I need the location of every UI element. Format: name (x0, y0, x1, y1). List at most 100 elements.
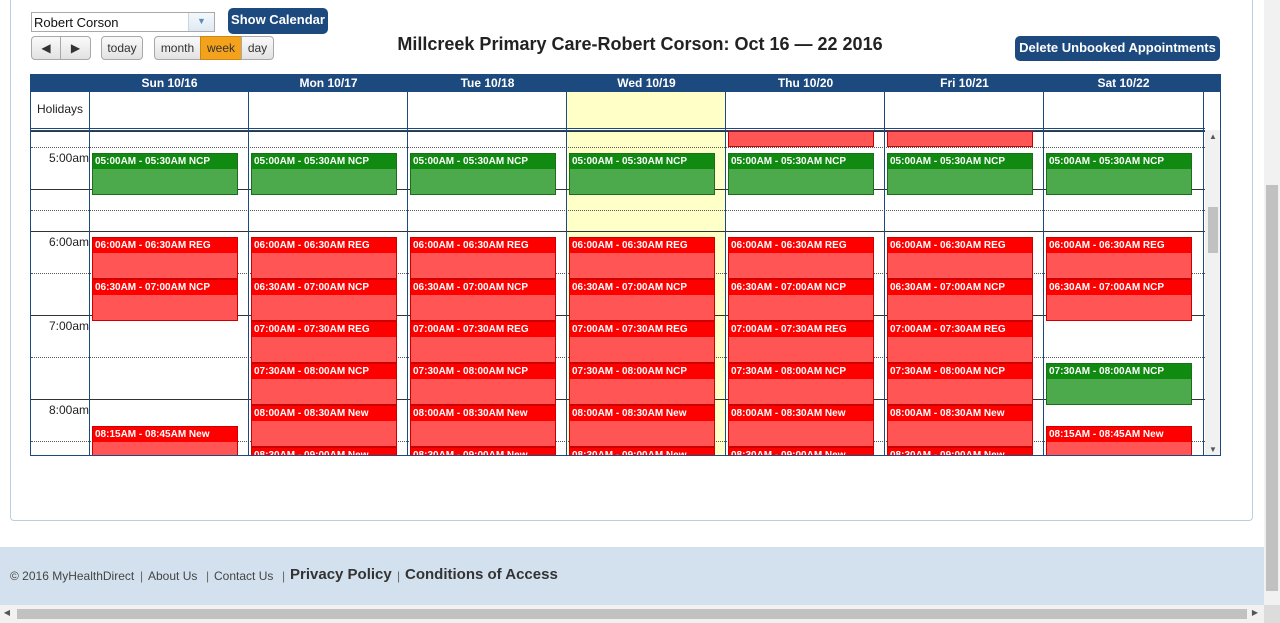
calendar-event[interactable]: 07:00AM - 07:30AM REG (887, 321, 1033, 363)
page-vertical-scrollbar[interactable] (1264, 0, 1280, 605)
privacy-policy-link[interactable]: Privacy Policy (290, 566, 392, 583)
conditions-of-access-link[interactable]: Conditions of Access (405, 566, 558, 583)
calendar-event-time: 08:00AM - 08:30AM New (729, 406, 873, 421)
calendar-event[interactable]: 05:00AM - 05:30AM NCP (92, 153, 238, 195)
provider-select[interactable]: Robert Corson ▼ (31, 12, 215, 32)
calendar-event[interactable]: 06:00AM - 06:30AM REG (728, 237, 874, 279)
week-view-button[interactable]: week (200, 36, 242, 60)
today-button[interactable]: today (101, 36, 143, 60)
calendar-event[interactable]: 08:15AM - 08:45AM New (1046, 426, 1192, 455)
calendar-event-time: 08:30AM - 09:00AM New (729, 448, 873, 455)
calendar-title: Millcreek Primary Care-Robert Corson: Oc… (397, 34, 883, 54)
footer-copyright: © 2016 MyHealthDirect (10, 569, 135, 583)
calendar-event[interactable]: 06:30AM - 07:00AM NCP (887, 279, 1033, 321)
day-header: Sat 10/22 (1097, 76, 1150, 90)
contact-us-link[interactable]: Contact Us (214, 569, 273, 583)
calendar-event[interactable]: 06:00AM - 06:30AM REG (251, 237, 397, 279)
calendar-event[interactable]: 05:00AM - 05:30AM NCP (410, 153, 556, 195)
calendar-event[interactable]: 06:00AM - 06:30AM REG (569, 237, 715, 279)
calendar-event[interactable]: 06:00AM - 06:30AM REG (92, 237, 238, 279)
calendar-event[interactable]: 08:30AM - 09:00AM New (251, 447, 397, 455)
scroll-right-icon[interactable]: ▶ (1250, 608, 1260, 617)
provider-select-value: Robert Corson (34, 15, 119, 30)
calendar-event-time: 06:00AM - 06:30AM REG (729, 238, 873, 253)
calendar-event[interactable]: 07:30AM - 08:00AM NCP (569, 363, 715, 405)
calendar-event-partial[interactable] (887, 131, 1033, 147)
calendar-event[interactable]: 07:00AM - 07:30AM REG (251, 321, 397, 363)
calendar-event[interactable]: 07:30AM - 08:00AM NCP (410, 363, 556, 405)
calendar-event-time: 07:30AM - 08:00AM NCP (1047, 364, 1191, 379)
calendar-event[interactable]: 08:30AM - 09:00AM New (410, 447, 556, 455)
calendar-event[interactable]: 06:00AM - 06:30AM REG (887, 237, 1033, 279)
calendar-event[interactable]: 05:00AM - 05:30AM NCP (887, 153, 1033, 195)
calendar-event[interactable]: 06:30AM - 07:00AM NCP (569, 279, 715, 321)
chevron-left-icon: ◀ (41, 41, 51, 55)
calendar-event[interactable]: 05:00AM - 05:30AM NCP (1046, 153, 1192, 195)
calendar-event[interactable]: 06:30AM - 07:00AM NCP (92, 279, 238, 321)
calendar-event[interactable]: 08:30AM - 09:00AM New (887, 447, 1033, 455)
page-scroll-thumb[interactable] (1266, 185, 1278, 591)
calendar-scroll-thumb[interactable] (1208, 207, 1218, 253)
calendar-event-time: 07:30AM - 08:00AM NCP (252, 364, 396, 379)
calendar-event[interactable]: 08:15AM - 08:45AM New (92, 426, 238, 455)
calendar-event[interactable]: 07:30AM - 08:00AM NCP (251, 363, 397, 405)
calendar-event-time: 08:30AM - 09:00AM New (888, 448, 1032, 455)
calendar-event-time: 08:00AM - 08:30AM New (888, 406, 1032, 421)
calendar-event[interactable]: 08:00AM - 08:30AM New (728, 405, 874, 447)
calendar-event[interactable]: 06:00AM - 06:30AM REG (1046, 237, 1192, 279)
calendar-event-time: 06:00AM - 06:30AM REG (411, 238, 555, 253)
calendar-event-time: 06:30AM - 07:00AM NCP (252, 280, 396, 295)
month-view-button[interactable]: month (154, 36, 201, 60)
holidays-label: Holidays (37, 102, 84, 116)
calendar-event[interactable]: 05:00AM - 05:30AM NCP (728, 153, 874, 195)
show-calendar-button[interactable]: Show Calendar (228, 8, 328, 34)
calendar-event[interactable]: 07:30AM - 08:00AM NCP (1046, 363, 1192, 405)
calendar-event[interactable]: 08:30AM - 09:00AM New (569, 447, 715, 455)
calendar-event-time: 06:30AM - 07:00AM NCP (570, 280, 714, 295)
about-us-link[interactable]: About Us (148, 569, 197, 583)
scroll-down-icon[interactable]: ▼ (1205, 445, 1220, 454)
footer: © 2016 MyHealthDirect | About Us | Conta… (0, 547, 1264, 605)
calendar-event-time: 05:00AM - 05:30AM NCP (1047, 154, 1191, 169)
prev-week-button[interactable]: ◀ (31, 36, 61, 60)
calendar-event[interactable]: 08:00AM - 08:30AM New (569, 405, 715, 447)
calendar-event[interactable]: 07:00AM - 07:30AM REG (569, 321, 715, 363)
calendar-event-time: 05:00AM - 05:30AM NCP (729, 154, 873, 169)
calendar-event-partial[interactable] (728, 131, 874, 147)
calendar-event[interactable]: 08:00AM - 08:30AM New (251, 405, 397, 447)
page-horizontal-scrollbar[interactable]: ◀ ▶ (0, 605, 1264, 623)
calendar-event[interactable]: 06:30AM - 07:00AM NCP (251, 279, 397, 321)
scroll-left-icon[interactable]: ◀ (2, 608, 12, 617)
calendar-event[interactable]: 06:30AM - 07:00AM NCP (728, 279, 874, 321)
calendar-event-time: 07:00AM - 07:30AM REG (888, 322, 1032, 337)
calendar-event[interactable]: 06:00AM - 06:30AM REG (410, 237, 556, 279)
calendar-event[interactable]: 07:00AM - 07:30AM REG (410, 321, 556, 363)
calendar-event-time: 06:30AM - 07:00AM NCP (93, 280, 237, 295)
calendar-event[interactable]: 07:30AM - 08:00AM NCP (728, 363, 874, 405)
next-week-button[interactable]: ▶ (60, 36, 91, 60)
day-view-button[interactable]: day (241, 36, 274, 60)
calendar-event[interactable]: 07:00AM - 07:30AM REG (728, 321, 874, 363)
time-label: 6:00am (31, 235, 89, 249)
calendar-event-time: 06:00AM - 06:30AM REG (252, 238, 396, 253)
page: Robert Corson ▼ Show Calendar ◀ ▶ today … (0, 0, 1280, 623)
delete-unbooked-button[interactable]: Delete Unbooked Appointments (1015, 36, 1220, 61)
page-hscroll-thumb[interactable] (17, 609, 1247, 619)
calendar-event[interactable]: 08:00AM - 08:30AM New (410, 405, 556, 447)
calendar-scrollbar[interactable]: ▲ ▼ (1205, 130, 1220, 455)
calendar-event[interactable]: 05:00AM - 05:30AM NCP (251, 153, 397, 195)
day-header: Tue 10/18 (460, 76, 515, 90)
calendar-event[interactable]: 05:00AM - 05:30AM NCP (569, 153, 715, 195)
time-label: 5:00am (31, 151, 89, 165)
calendar-event-time: 07:30AM - 08:00AM NCP (729, 364, 873, 379)
calendar-event[interactable]: 06:30AM - 07:00AM NCP (410, 279, 556, 321)
time-grid[interactable]: 5:00am 6:00am 7:00am 8:00am 05:00AM - 05… (31, 130, 1205, 455)
time-label: 8:00am (31, 403, 89, 417)
scroll-up-icon[interactable]: ▲ (1205, 132, 1220, 141)
calendar-event[interactable]: 07:30AM - 08:00AM NCP (887, 363, 1033, 405)
chevron-down-icon[interactable]: ▼ (188, 13, 214, 31)
day-header: Wed 10/19 (617, 76, 676, 90)
calendar-event[interactable]: 06:30AM - 07:00AM NCP (1046, 279, 1192, 321)
calendar-event[interactable]: 08:00AM - 08:30AM New (887, 405, 1033, 447)
calendar-event[interactable]: 08:30AM - 09:00AM New (728, 447, 874, 455)
